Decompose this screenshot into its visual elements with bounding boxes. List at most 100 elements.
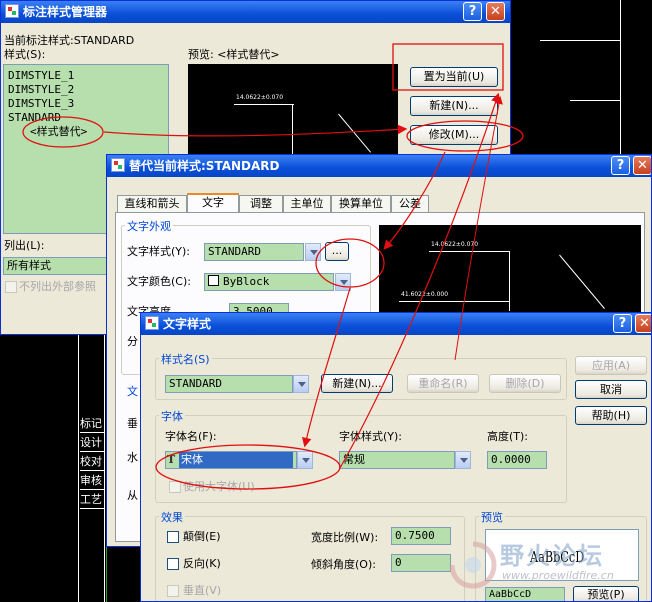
chevron-down-icon[interactable] (293, 375, 309, 393)
preview-line (399, 301, 509, 302)
stylename-group-title: 样式名(S) (159, 351, 212, 367)
cad-table-cell: 校对 (80, 453, 104, 471)
list-filter-label: 列出(L): (4, 239, 45, 252)
watermark-text: 野火论坛 (500, 542, 604, 570)
vertical-checkbox[interactable] (167, 585, 179, 597)
cancel-button[interactable]: 取消 (575, 380, 647, 399)
text-style-select[interactable]: STANDARD (204, 243, 304, 261)
width-factor-label: 宽度比例(W): (311, 531, 379, 544)
height-input[interactable]: 0.0000 (487, 451, 547, 469)
help-button[interactable]: 帮助(H) (575, 406, 647, 425)
text-color-value: ByBlock (223, 275, 270, 288)
text-style-browse-button[interactable]: ... (325, 242, 349, 261)
preview-label: 预览: <样式替代> (188, 48, 280, 61)
modify-button[interactable]: 修改(M)... (410, 125, 498, 145)
horizontal-label: 水 (127, 451, 138, 464)
fraction-scale-label: 分 (127, 335, 138, 348)
cad-table-cell: 设计 (80, 434, 104, 452)
app-icon (5, 4, 19, 18)
list-item[interactable]: STANDARD (8, 111, 61, 125)
oblique-label: 倾斜角度(O): (311, 558, 376, 571)
cad-table-cell: 标记 (80, 415, 104, 433)
preview-dim-text: 41.6022±0.000 (401, 291, 449, 298)
fontstyle-label: 字体样式(Y): (339, 430, 403, 443)
chevron-down-icon[interactable] (335, 273, 351, 291)
upsidedown-checkbox[interactable] (167, 531, 179, 543)
list-item-selected[interactable]: <样式替代> (30, 125, 87, 139)
cad-drawing-area-right (510, 0, 652, 160)
preview-line (559, 254, 605, 309)
delete-button[interactable]: 删除(D) (489, 374, 561, 393)
app-icon (111, 158, 125, 172)
xref-label: 不列出外部参照 (19, 280, 96, 293)
cad-line (570, 100, 620, 101)
vertical-label: 垂直(V) (183, 584, 222, 597)
oblique-input[interactable]: 0 (391, 554, 451, 572)
tab-fit[interactable]: 调整 (239, 195, 283, 213)
preview-group-title: 预览 (479, 509, 505, 525)
cad-line (620, 0, 621, 160)
cad-line (540, 40, 620, 41)
fontname-label: 字体名(F): (165, 430, 217, 443)
close-icon[interactable]: ✕ (633, 156, 651, 175)
list-item[interactable]: DIMSTYLE_1 (8, 69, 74, 83)
close-icon[interactable]: ✕ (635, 314, 651, 333)
preview-dim-text: 14.0622±0.070 (431, 241, 479, 248)
override-preview-area: 14.0622±0.070 41.6022±0.000 (379, 225, 641, 325)
chevron-down-icon[interactable] (455, 451, 471, 469)
truetype-font-icon: T (167, 453, 176, 466)
text-color-label: 文字颜色(C): (127, 275, 191, 288)
dimstyle-manager-titlebar[interactable]: 标注样式管理器 ? ✕ (1, 1, 510, 23)
chevron-down-icon[interactable] (305, 243, 321, 261)
bigfont-label: 使用大字体(U) (183, 480, 255, 493)
list-item[interactable]: DIMSTYLE_2 (8, 83, 74, 97)
rename-button[interactable]: 重命名(R) (407, 374, 479, 393)
current-style-label: 当前标注样式:STANDARD (4, 34, 135, 47)
xref-checkbox[interactable] (5, 281, 17, 293)
preview-line (509, 251, 510, 311)
help-icon[interactable]: ? (613, 314, 632, 333)
fontstyle-select[interactable]: 常规 (339, 451, 455, 469)
placement-group-title: 文 (127, 385, 138, 398)
width-factor-input[interactable]: 0.7500 (391, 527, 451, 545)
styles-label: 样式(S): (4, 48, 46, 61)
upsidedown-label: 颠倒(E) (183, 530, 221, 543)
backwards-checkbox[interactable] (167, 558, 179, 570)
text-style-titlebar[interactable]: 文字样式 ? ✕ (141, 313, 651, 335)
close-icon[interactable]: ✕ (486, 2, 505, 21)
backwards-label: 反向(K) (183, 557, 221, 570)
preview-dim-line (429, 251, 509, 252)
list-item[interactable]: DIMSTYLE_3 (8, 97, 74, 111)
fontname-select[interactable]: T 宋体 (165, 451, 297, 469)
watermark-url: www.proewildfire.cn (502, 569, 614, 582)
cad-border-line (78, 335, 79, 602)
fontname-value: 宋体 (179, 452, 293, 468)
text-appearance-title: 文字外观 (125, 218, 173, 234)
preview-area: 14.0622±0.070 (188, 64, 398, 164)
text-color-select[interactable]: ByBlock (204, 273, 334, 291)
list-filter-select[interactable]: 所有样式 (3, 257, 107, 275)
color-swatch-icon (208, 275, 219, 286)
stylename-select[interactable]: STANDARD (165, 375, 293, 393)
app-icon (145, 316, 159, 330)
tab-lines-arrows[interactable]: 直线和箭头 (117, 195, 187, 213)
preview-dim-line (234, 104, 294, 105)
new-style-button[interactable]: 新建(N)... (321, 374, 393, 393)
preview-line (338, 113, 372, 153)
apply-button[interactable]: 应用(A) (575, 356, 647, 375)
new-button[interactable]: 新建(N)... (410, 96, 498, 116)
tab-text[interactable]: 文字 (187, 193, 239, 213)
effects-group-title: 效果 (159, 509, 185, 525)
cad-table-cell: 工艺 (80, 491, 104, 509)
override-titlebar[interactable]: 替代当前样式:STANDARD ? ✕ (107, 155, 651, 177)
help-icon[interactable]: ? (463, 2, 482, 21)
tab-alternate-units[interactable]: 换算单位 (331, 195, 391, 213)
window-title: 替代当前样式:STANDARD (129, 159, 280, 173)
tab-tolerances[interactable]: 公差 (391, 195, 429, 213)
help-icon[interactable]: ? (611, 156, 630, 175)
tab-primary-units[interactable]: 主单位 (283, 195, 331, 213)
set-current-button[interactable]: 置为当前(U) (410, 67, 498, 87)
chevron-down-icon[interactable] (297, 451, 313, 469)
text-style-label: 文字样式(Y): (127, 245, 191, 258)
bigfont-checkbox[interactable] (169, 481, 181, 493)
